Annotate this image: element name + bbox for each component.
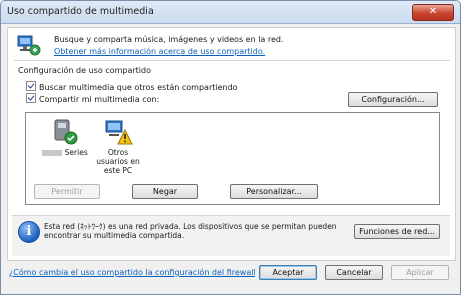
find-media-label: Buscar multimedia que otros están compar… (39, 83, 238, 92)
media-sharing-dialog: Uso compartido de multimedia ✕ Busque y … (0, 0, 461, 295)
users-warning-icon (105, 120, 133, 145)
dialog-content: Busque y comparta música, imágenes y vid… (7, 27, 456, 261)
deny-button[interactable]: Negar (132, 184, 198, 199)
header-text: Busque y comparta música, imágenes y vid… (54, 34, 284, 58)
device-item-other-users[interactable]: Otros usuarios en este PC (92, 118, 144, 175)
network-functions-button[interactable]: Funciones de red... (354, 224, 440, 239)
sharing-group-title: Configuración de uso compartido (18, 66, 151, 75)
window-title: Uso compartido de multimedia (7, 6, 154, 17)
accept-button[interactable]: Aceptar (259, 265, 317, 280)
device-name: Series (64, 148, 88, 157)
find-media-option[interactable]: Buscar multimedia que otros están compar… (26, 81, 238, 92)
header-description: Busque y comparta música, imágenes y vid… (54, 35, 284, 44)
info-icon: i (18, 221, 40, 243)
allow-button[interactable]: Permitir (34, 184, 100, 199)
close-button[interactable]: ✕ (412, 4, 454, 21)
header-divider (14, 60, 450, 61)
customize-button[interactable]: Personalizar... (230, 184, 318, 199)
settings-button[interactable]: Configuración... (348, 92, 438, 107)
media-share-icon (17, 35, 41, 56)
media-device-icon (54, 119, 78, 145)
info-text: Esta red (ﾈｯﾄﾜｰｸ) es una red privada. Lo… (44, 222, 337, 240)
more-info-link[interactable]: Obtener más información acerca de uso co… (54, 46, 284, 58)
title-bar: Uso compartido de multimedia ✕ (1, 1, 460, 24)
firewall-help-link[interactable]: ¿Cómo cambia el uso compartido la config… (9, 268, 255, 277)
share-media-option[interactable]: Compartir mi multimedia con: (26, 93, 159, 104)
find-media-checkbox[interactable] (26, 81, 36, 91)
share-media-checkbox[interactable] (26, 93, 36, 103)
device-name: Otros usuarios en este PC (96, 148, 140, 175)
info-panel: i Esta red (ﾈｯﾄﾜｰｸ) es una red privada. … (12, 215, 450, 256)
share-media-label: Compartir mi multimedia con: (39, 95, 160, 104)
cancel-button[interactable]: Cancelar (325, 265, 383, 280)
apply-button[interactable]: Aplicar (391, 265, 449, 280)
device-item-series[interactable]: Series (40, 118, 90, 157)
